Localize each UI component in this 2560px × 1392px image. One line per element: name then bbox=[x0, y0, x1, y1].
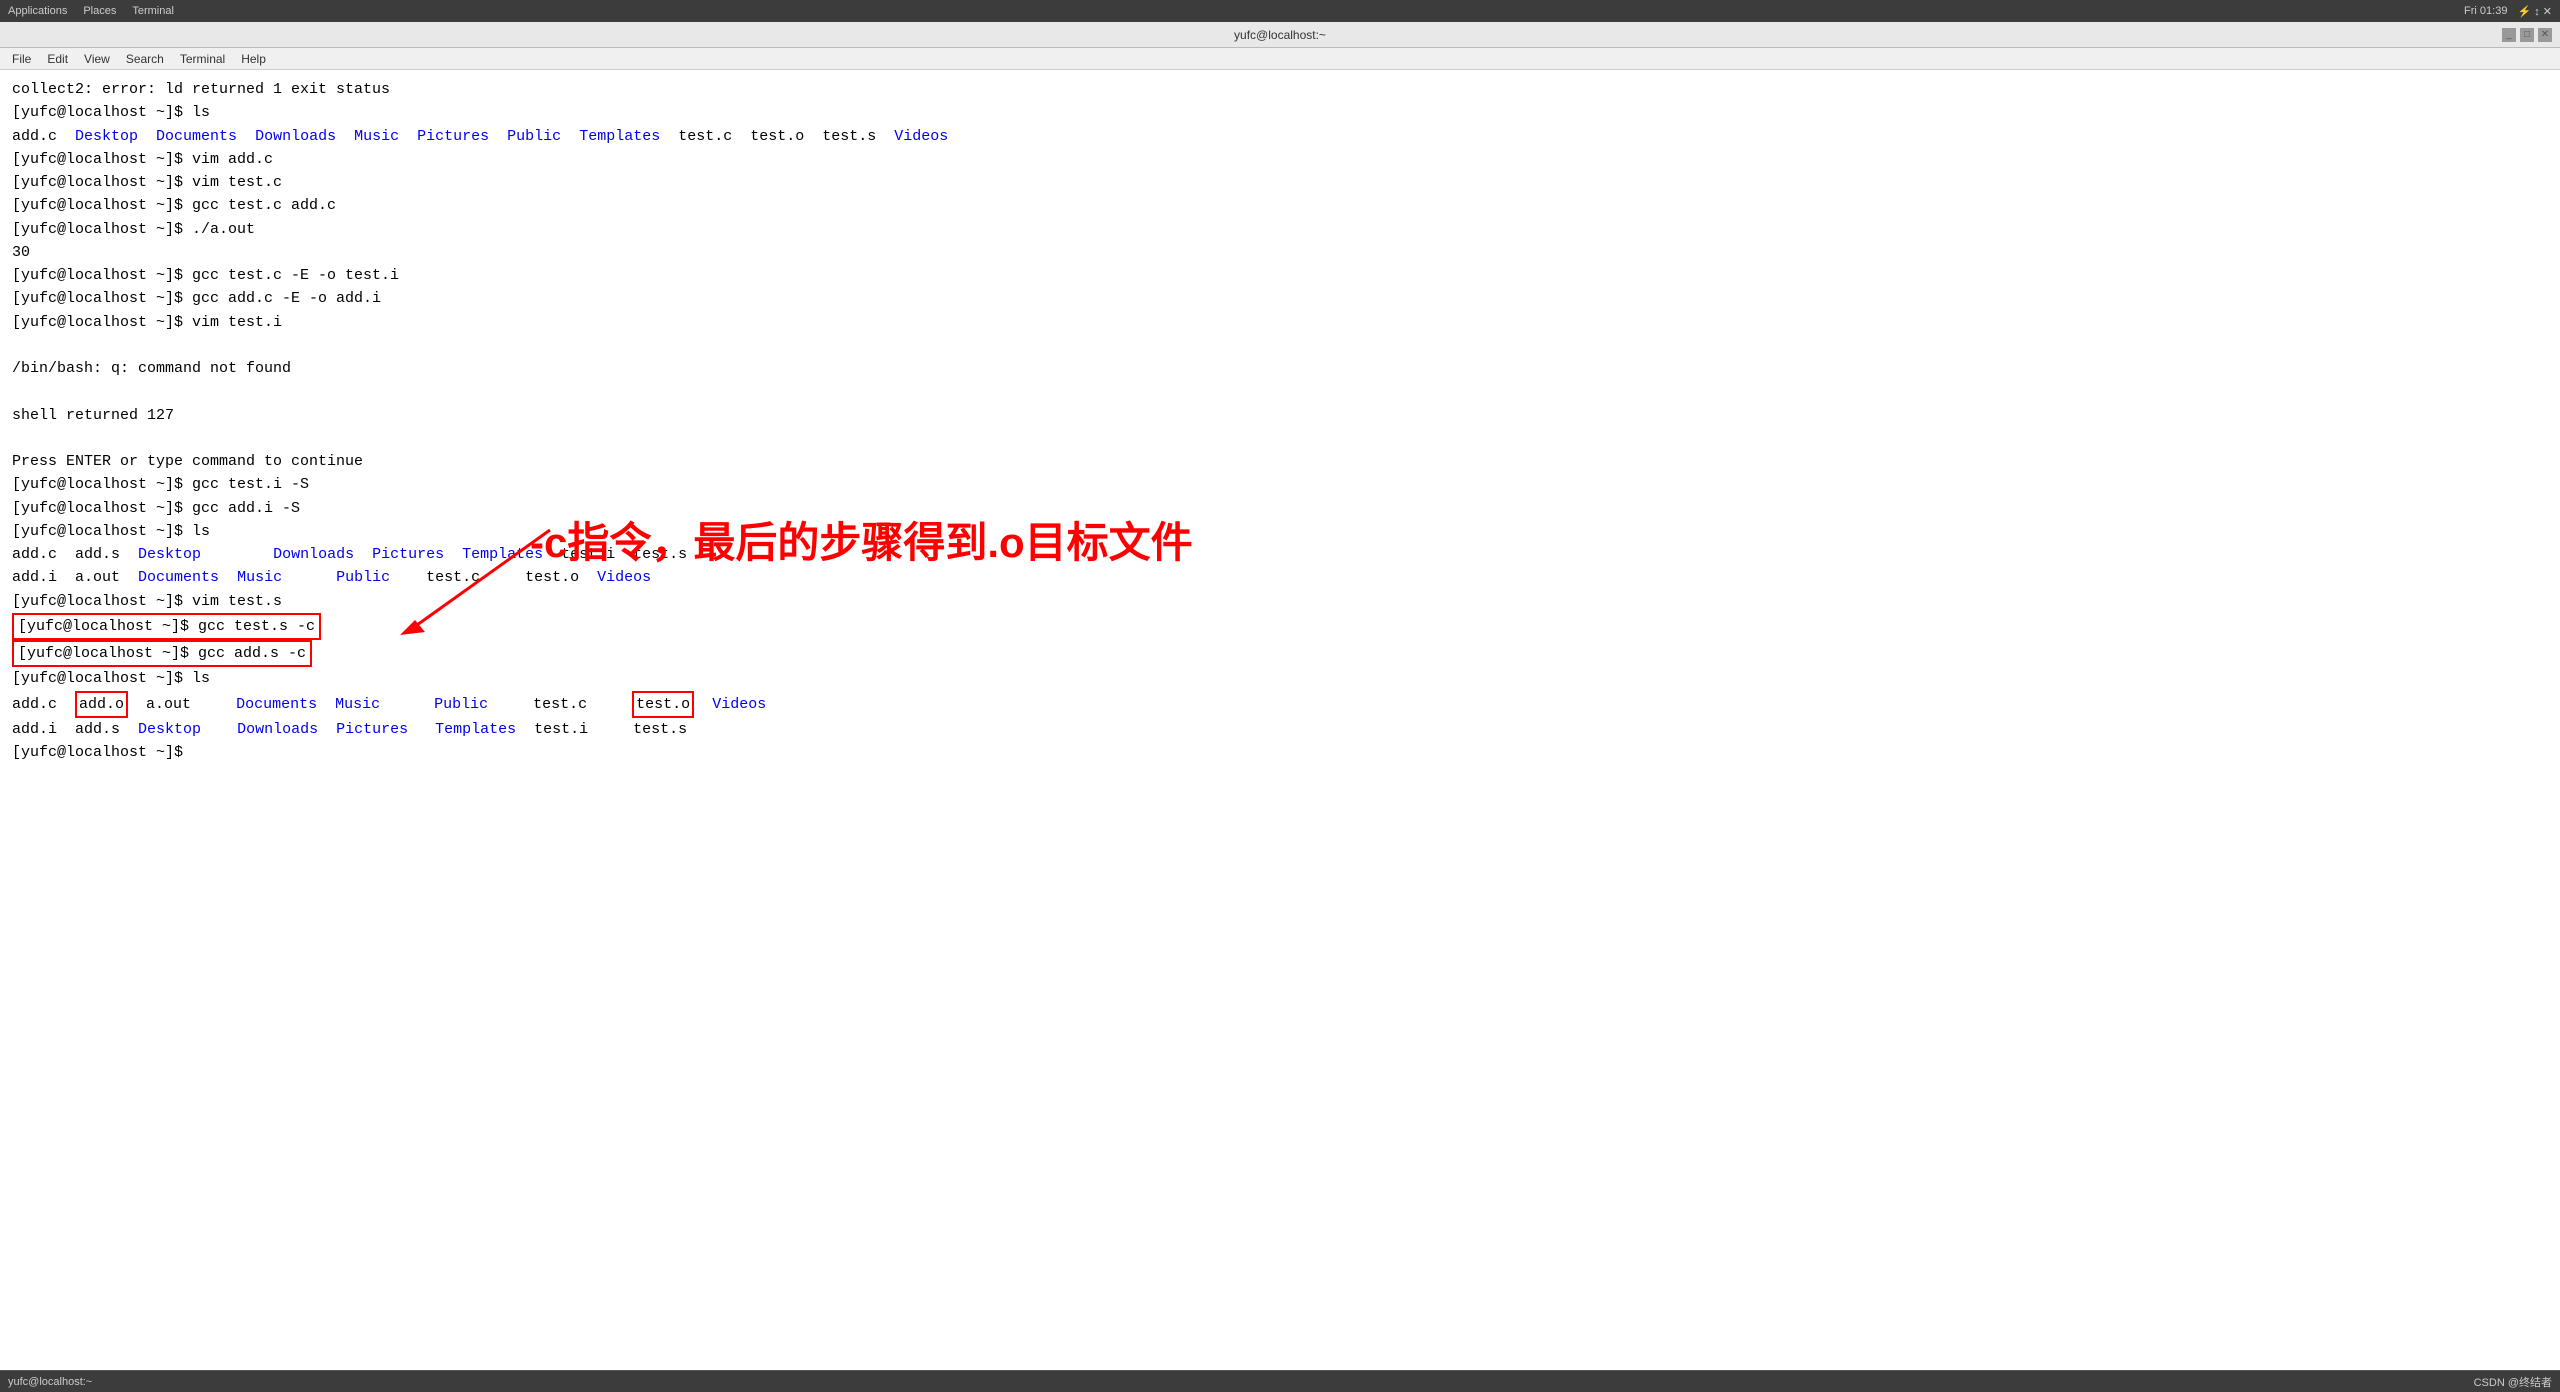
window-controls: _ □ ✕ bbox=[2502, 28, 2552, 42]
line-gcc-s-testi: [yufc@localhost ~]$ gcc test.i -S bbox=[12, 473, 2548, 496]
line-vim-test: [yufc@localhost ~]$ vim test.c bbox=[12, 171, 2548, 194]
line-ls-output3a: add.c add.o a.out Documents Music Public… bbox=[12, 691, 2548, 718]
menu-search[interactable]: Search bbox=[118, 50, 172, 68]
minimize-button[interactable]: _ bbox=[2502, 28, 2516, 42]
line-gcc-compile: [yufc@localhost ~]$ gcc test.c add.c bbox=[12, 194, 2548, 217]
line-ls-output2a: add.c add.s Desktop Downloads Pictures T… bbox=[12, 543, 2548, 566]
window-title: yufc@localhost:~ bbox=[1234, 28, 1326, 42]
line-gcc-c-adds: [yufc@localhost ~]$ gcc add.s -c bbox=[12, 640, 2548, 667]
status-left: yufc@localhost:~ bbox=[8, 1376, 92, 1388]
line-ls2: [yufc@localhost ~]$ ls bbox=[12, 520, 2548, 543]
line-ls-output3b: add.i add.s Desktop Downloads Pictures T… bbox=[12, 718, 2548, 741]
menu-file[interactable]: File bbox=[4, 50, 39, 68]
line-ls-output2b: add.i a.out Documents Music Public test.… bbox=[12, 566, 2548, 589]
line-gcc-c-tests: [yufc@localhost ~]$ gcc test.s -c bbox=[12, 613, 2548, 640]
line-press-enter: Press ENTER or type command to continue bbox=[12, 450, 2548, 473]
line-blank1 bbox=[12, 334, 2548, 357]
status-bar: yufc@localhost:~ CSDN @终结者 bbox=[0, 1370, 2560, 1392]
status-right: CSDN @终结者 bbox=[2474, 1374, 2552, 1390]
menu-view[interactable]: View bbox=[76, 50, 118, 68]
system-icons: ⚡ ↕ ✕ bbox=[2517, 5, 2552, 18]
system-bar: Applications Places Terminal Fri 01:39 ⚡… bbox=[0, 0, 2560, 22]
terminal-menu[interactable]: Terminal bbox=[132, 5, 174, 17]
line-bash-error: /bin/bash: q: command not found bbox=[12, 357, 2548, 380]
line-run-aout: [yufc@localhost ~]$ ./a.out bbox=[12, 218, 2548, 241]
terminal-content[interactable]: collect2: error: ld returned 1 exit stat… bbox=[0, 70, 2560, 1370]
menu-help[interactable]: Help bbox=[233, 50, 274, 68]
menu-bar: File Edit View Search Terminal Help bbox=[0, 48, 2560, 70]
places-menu[interactable]: Places bbox=[83, 5, 116, 17]
line-ls-output1: add.c Desktop Documents Downloads Music … bbox=[12, 125, 2548, 148]
system-bar-right: Fri 01:39 ⚡ ↕ ✕ bbox=[2464, 5, 2552, 18]
menu-edit[interactable]: Edit bbox=[39, 50, 76, 68]
line-gcc-s-addi: [yufc@localhost ~]$ gcc add.i -S bbox=[12, 497, 2548, 520]
system-time: Fri 01:39 bbox=[2464, 5, 2507, 17]
close-button[interactable]: ✕ bbox=[2538, 28, 2552, 42]
line-vim-tests: [yufc@localhost ~]$ vim test.s bbox=[12, 590, 2548, 613]
line-ls-cmd: [yufc@localhost ~]$ ls bbox=[12, 101, 2548, 124]
line-blank3 bbox=[12, 427, 2548, 450]
line-output-30: 30 bbox=[12, 241, 2548, 264]
line-shell-returned: shell returned 127 bbox=[12, 404, 2548, 427]
line-vim-testi: [yufc@localhost ~]$ vim test.i bbox=[12, 311, 2548, 334]
apps-menu[interactable]: Applications bbox=[8, 5, 67, 17]
title-bar: yufc@localhost:~ _ □ ✕ bbox=[0, 22, 2560, 48]
line-gcc-e-add: [yufc@localhost ~]$ gcc add.c -E -o add.… bbox=[12, 287, 2548, 310]
line-vim-add: [yufc@localhost ~]$ vim add.c bbox=[12, 148, 2548, 171]
line-prompt-final: [yufc@localhost ~]$ bbox=[12, 741, 2548, 764]
line-error: collect2: error: ld returned 1 exit stat… bbox=[12, 78, 2548, 101]
maximize-button[interactable]: □ bbox=[2520, 28, 2534, 42]
terminal-window: yufc@localhost:~ _ □ ✕ File Edit View Se… bbox=[0, 22, 2560, 1392]
menu-terminal[interactable]: Terminal bbox=[172, 50, 233, 68]
line-gcc-e-test: [yufc@localhost ~]$ gcc test.c -E -o tes… bbox=[12, 264, 2548, 287]
line-ls3: [yufc@localhost ~]$ ls bbox=[12, 667, 2548, 690]
system-bar-left: Applications Places Terminal bbox=[8, 5, 174, 17]
line-blank2 bbox=[12, 380, 2548, 403]
